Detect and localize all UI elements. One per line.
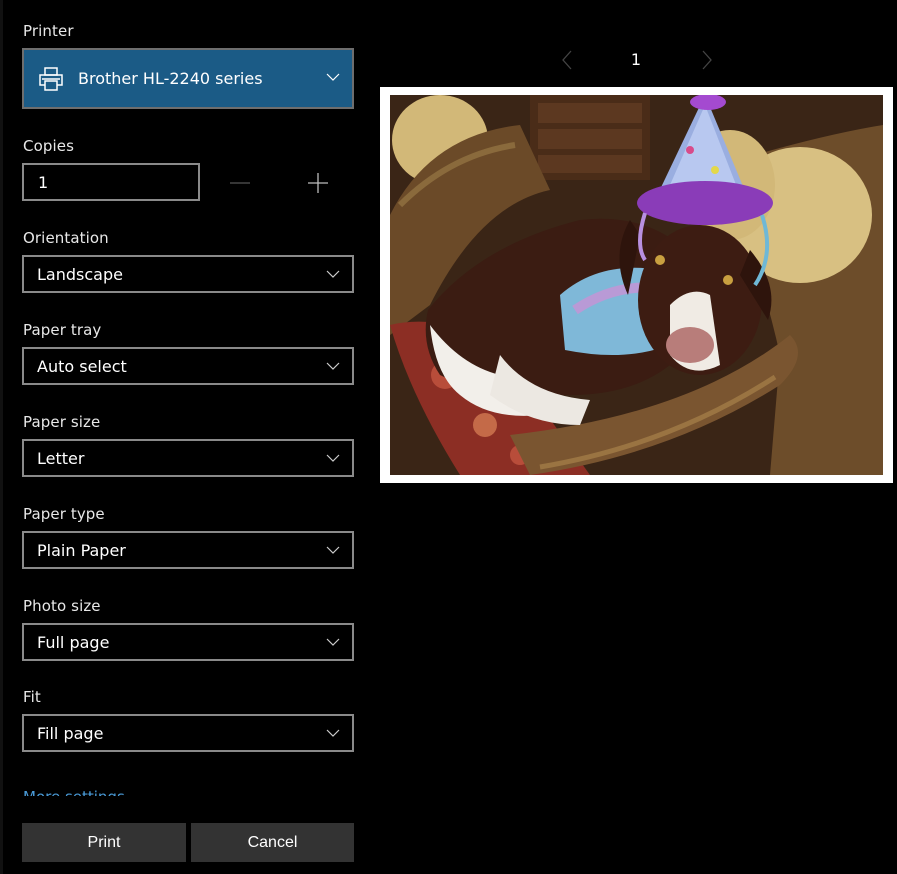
fit-value: Fill page xyxy=(37,723,104,743)
chevron-left-icon[interactable] xyxy=(560,50,576,70)
copies-label: Copies xyxy=(23,137,74,155)
print-button[interactable]: Print xyxy=(22,823,186,862)
print-settings-panel: Printer Brother HL-2240 series Copies 1 … xyxy=(0,0,366,874)
plus-icon[interactable] xyxy=(307,172,329,194)
chevron-down-icon xyxy=(326,729,340,737)
chevron-down-icon xyxy=(326,270,340,278)
chevron-down-icon xyxy=(326,73,340,81)
preview-page xyxy=(380,87,893,483)
photo-size-value: Full page xyxy=(37,632,110,652)
paper-type-value: Plain Paper xyxy=(37,540,126,560)
cancel-button[interactable]: Cancel xyxy=(191,823,354,862)
paper-tray-label: Paper tray xyxy=(23,321,102,339)
printer-name: Brother HL-2240 series xyxy=(78,69,263,88)
more-settings-link[interactable]: More settings xyxy=(23,784,143,796)
page-number: 1 xyxy=(630,50,642,69)
paper-type-label: Paper type xyxy=(23,505,105,523)
orientation-select[interactable]: Landscape xyxy=(22,255,354,293)
chevron-down-icon xyxy=(326,454,340,462)
paper-size-select[interactable]: Letter xyxy=(22,439,354,477)
paper-size-label: Paper size xyxy=(23,413,101,431)
printer-icon xyxy=(39,66,63,91)
printer-select[interactable]: Brother HL-2240 series xyxy=(22,48,354,109)
printer-label: Printer xyxy=(23,22,74,40)
paper-size-value: Letter xyxy=(37,448,85,468)
chevron-down-icon xyxy=(326,362,340,370)
fit-label: Fit xyxy=(23,688,41,706)
photo-size-select[interactable]: Full page xyxy=(22,623,354,661)
chevron-right-icon[interactable] xyxy=(698,50,714,70)
chevron-down-icon xyxy=(326,638,340,646)
photo-size-label: Photo size xyxy=(23,597,101,615)
paper-tray-select[interactable]: Auto select xyxy=(22,347,354,385)
fit-select[interactable]: Fill page xyxy=(22,714,354,752)
chevron-down-icon xyxy=(326,546,340,554)
paper-tray-value: Auto select xyxy=(37,356,127,376)
minus-icon[interactable] xyxy=(229,172,251,194)
copies-input[interactable]: 1 xyxy=(22,163,200,201)
paper-type-select[interactable]: Plain Paper xyxy=(22,531,354,569)
orientation-value: Landscape xyxy=(37,264,123,284)
print-preview: 1 xyxy=(366,0,897,874)
preview-photo xyxy=(390,95,883,475)
dog-photo-illustration xyxy=(390,95,883,475)
orientation-label: Orientation xyxy=(23,229,109,247)
copies-value: 1 xyxy=(38,172,49,192)
more-settings-text: More settings xyxy=(23,788,143,796)
